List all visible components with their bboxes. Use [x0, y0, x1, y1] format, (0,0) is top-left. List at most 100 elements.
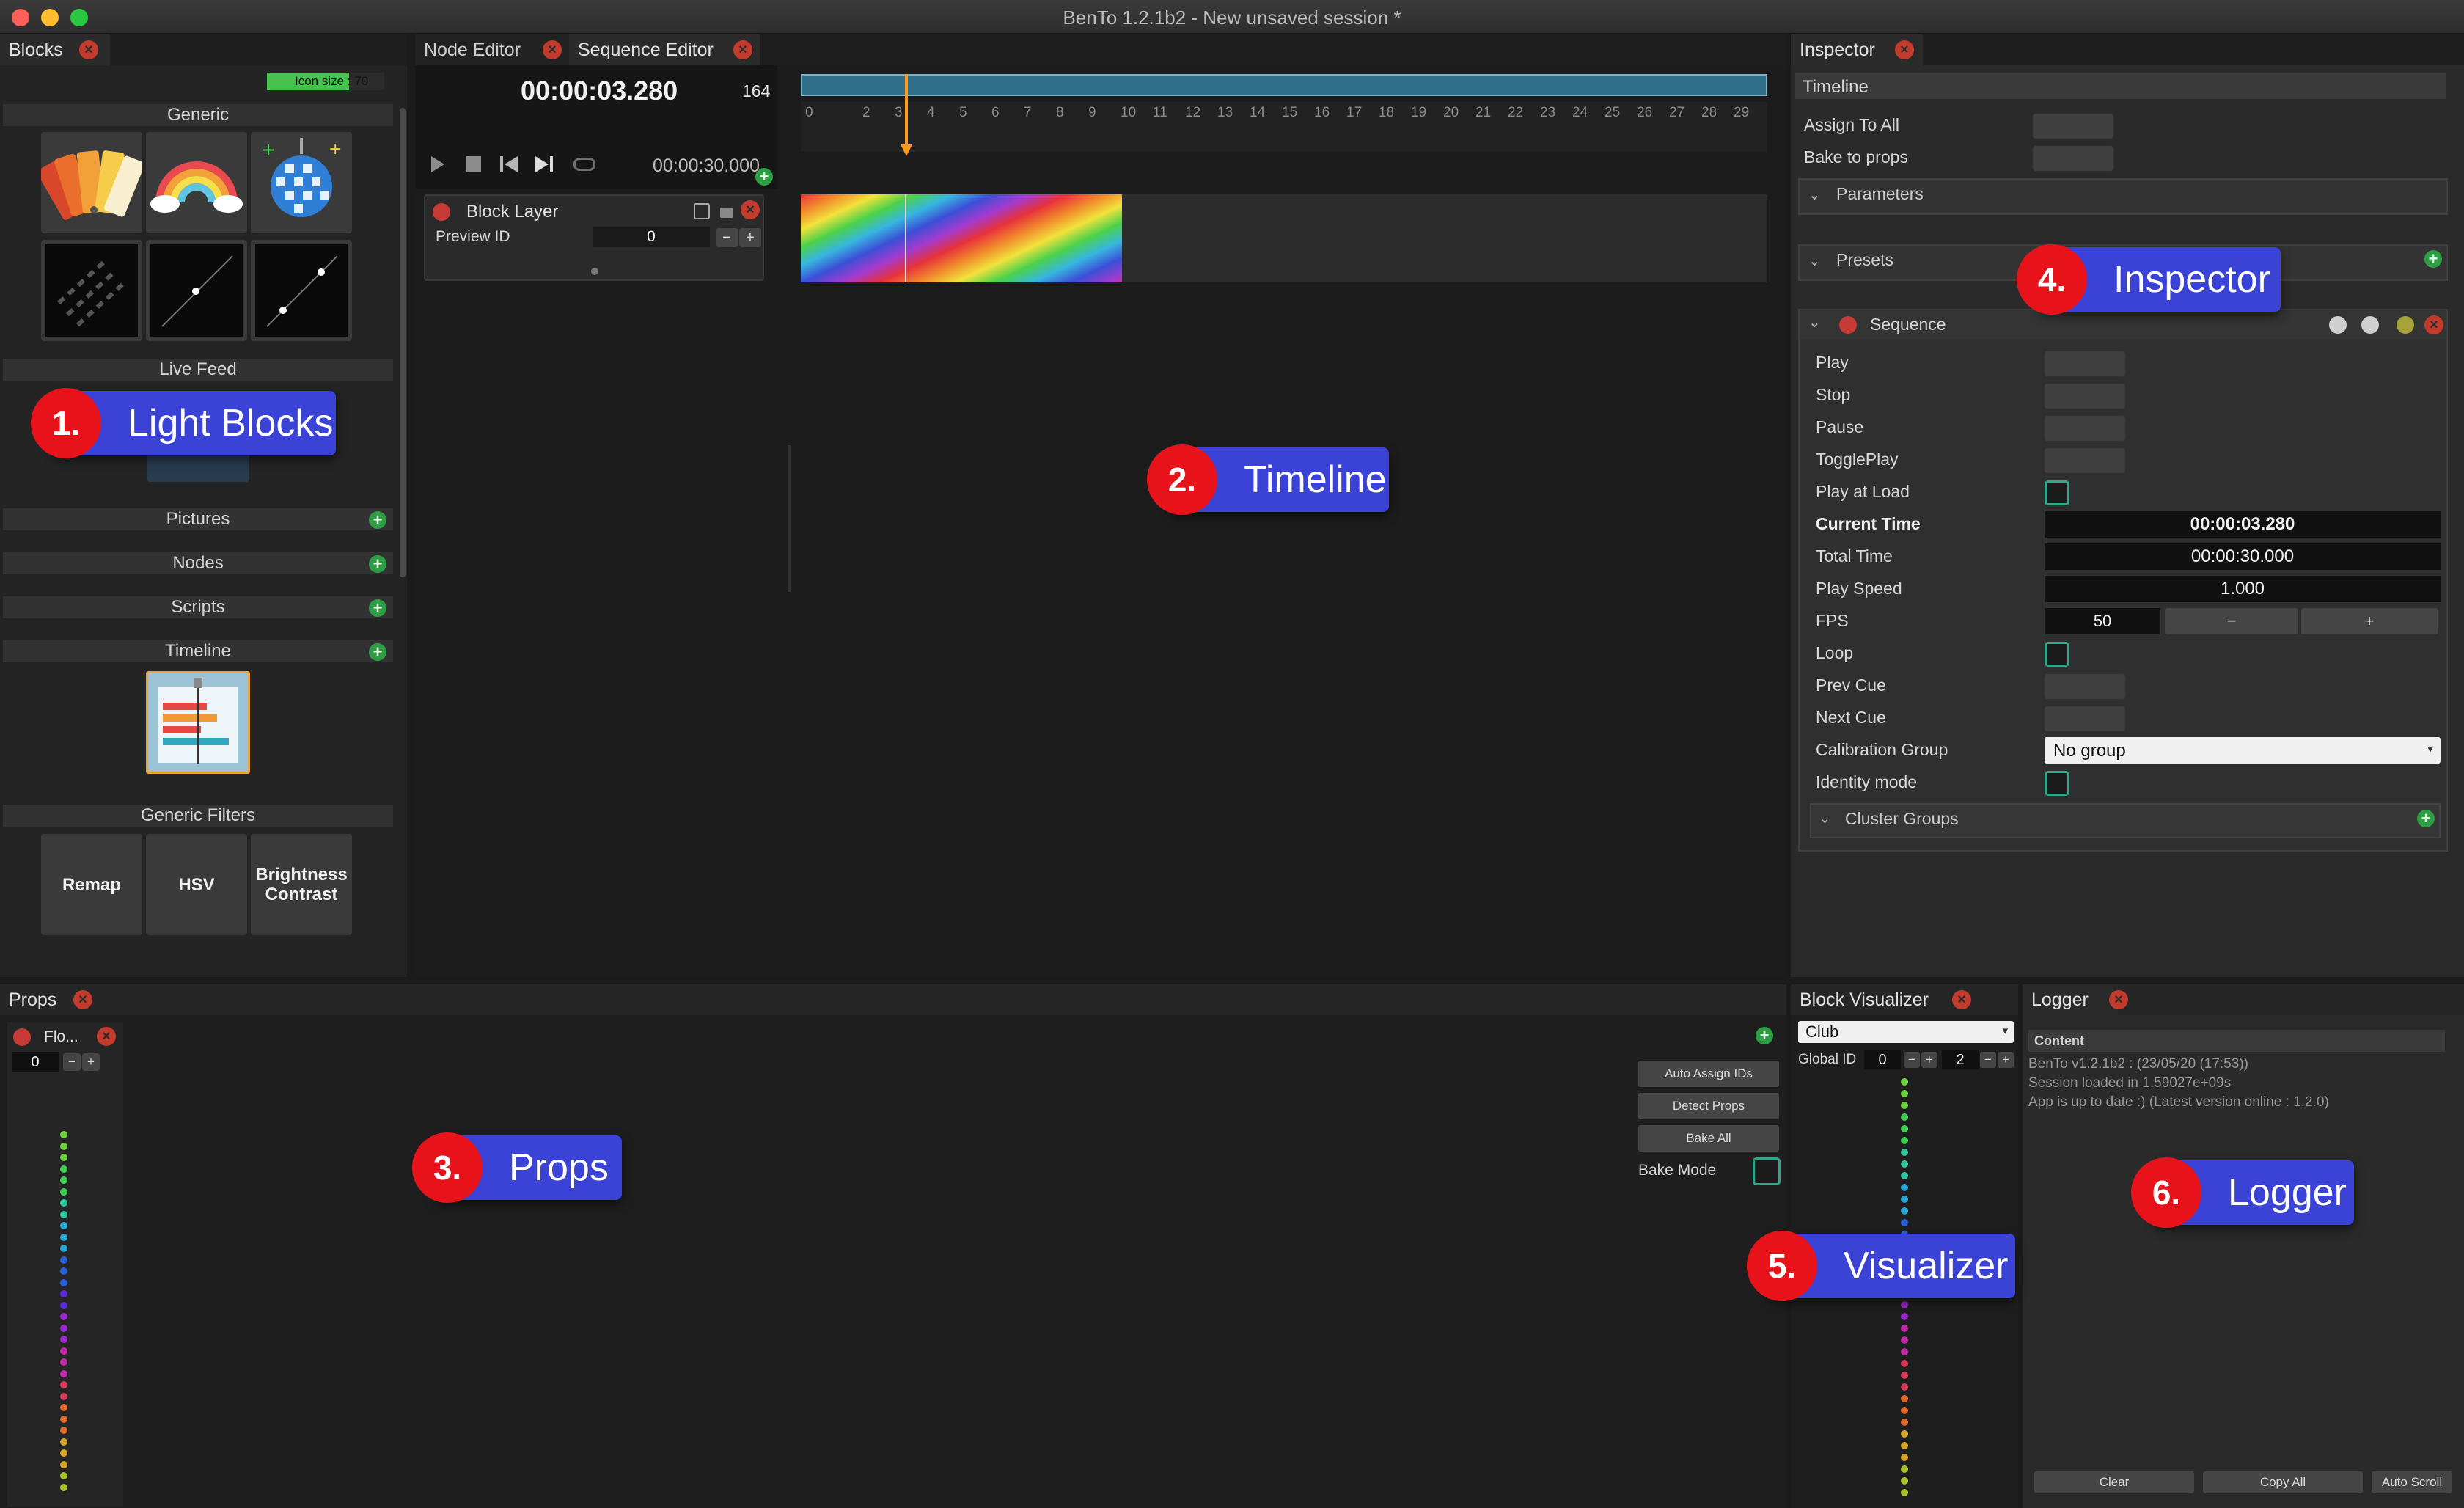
- previous-icon[interactable]: [500, 156, 519, 172]
- total-time-field[interactable]: 00:00:30.000: [2045, 543, 2441, 570]
- play-at-load-checkbox[interactable]: [2045, 480, 2069, 505]
- preview-id-increment[interactable]: +: [739, 228, 761, 247]
- move-up-icon[interactable]: [2361, 316, 2379, 334]
- remove-sequence-icon[interactable]: ×: [2424, 315, 2443, 334]
- sequence-header[interactable]: ⌄ Sequence ×: [1800, 310, 2446, 340]
- add-timeline-icon[interactable]: +: [369, 643, 386, 661]
- layer-lock-icon[interactable]: [720, 208, 733, 218]
- icon-size-slider[interactable]: Icon size : 70: [267, 73, 384, 90]
- bake-to-props-button[interactable]: [2033, 146, 2113, 171]
- close-icon[interactable]: ×: [1895, 40, 1914, 59]
- block-single-point[interactable]: [146, 240, 247, 341]
- rainbow-clip[interactable]: [801, 194, 1122, 282]
- add-preset-icon[interactable]: +: [2424, 250, 2442, 268]
- calibration-group-select[interactable]: No group ▾: [2045, 737, 2441, 764]
- tab-block-visualizer[interactable]: Block Visualizer: [1791, 984, 2018, 1015]
- prev-cue-trigger[interactable]: [2045, 674, 2125, 699]
- fps-increment[interactable]: +: [2301, 608, 2438, 634]
- blocks-scrollbar[interactable]: [400, 108, 406, 577]
- remove-layer-icon[interactable]: ×: [741, 200, 760, 219]
- layer-power-icon[interactable]: [433, 203, 450, 221]
- add-item-icon[interactable]: [2397, 316, 2414, 334]
- close-icon[interactable]: ×: [73, 990, 92, 1009]
- ruler-tick-label: 23: [1540, 105, 1556, 120]
- second-id-decrement[interactable]: −: [1980, 1052, 1996, 1068]
- toggleplay-trigger[interactable]: [2045, 448, 2125, 473]
- loop-icon[interactable]: [573, 158, 595, 171]
- global-id-increment[interactable]: +: [1921, 1052, 1937, 1068]
- block-timeline-sequence[interactable]: [146, 671, 250, 774]
- prop-id-field[interactable]: 0: [12, 1052, 59, 1072]
- next-icon[interactable]: [535, 156, 554, 172]
- layer-resize-handle[interactable]: [591, 268, 598, 275]
- second-id-increment[interactable]: +: [1998, 1052, 2014, 1068]
- remove-prop-icon[interactable]: ×: [97, 1027, 116, 1046]
- close-icon[interactable]: ×: [543, 40, 562, 59]
- editor-split-handle[interactable]: [788, 445, 791, 592]
- play-trigger[interactable]: [2045, 351, 2125, 376]
- filter-brightness-contrast[interactable]: Brightness Contrast: [251, 834, 352, 935]
- stop-trigger[interactable]: [2045, 384, 2125, 409]
- preview-id-field[interactable]: 0: [593, 227, 710, 247]
- move-down-icon[interactable]: [2329, 316, 2347, 334]
- prop-power-icon[interactable]: [13, 1028, 31, 1046]
- bake-all-button[interactable]: Bake All: [1638, 1125, 1779, 1152]
- close-icon[interactable]: ×: [733, 40, 752, 59]
- block-rainbow[interactable]: [146, 132, 247, 233]
- auto-scroll-button[interactable]: Auto Scroll: [2372, 1471, 2452, 1493]
- auto-assign-ids-button[interactable]: Auto Assign IDs: [1638, 1061, 1779, 1087]
- layer-toggle-checkbox[interactable]: [694, 203, 710, 219]
- preview-id-decrement[interactable]: −: [716, 228, 738, 247]
- ruler-tick-label: 12: [1185, 105, 1201, 120]
- block-dashed-stripes[interactable]: [41, 240, 142, 341]
- play-speed-field[interactable]: 1.000: [2045, 576, 2441, 602]
- add-picture-icon[interactable]: +: [369, 511, 386, 529]
- timeline-overview-bar[interactable]: [801, 74, 1767, 96]
- tab-sequence-editor[interactable]: Sequence Editor: [569, 34, 760, 65]
- play-icon[interactable]: [431, 156, 444, 172]
- timeline-ruler[interactable]: 0 2 3 4 5 6 7 8 9 10 11 12 13 14 15 16 17 18 19 20 21 22 23 24 2…: [801, 102, 1767, 152]
- clear-log-button[interactable]: Clear: [2034, 1471, 2194, 1493]
- block-disco-ball[interactable]: + +: [251, 132, 352, 233]
- add-cluster-group-icon[interactable]: +: [2417, 810, 2435, 827]
- pause-trigger[interactable]: [2045, 416, 2125, 441]
- global-id-field[interactable]: 0: [1864, 1050, 1901, 1069]
- loop-checkbox[interactable]: [2045, 642, 2069, 667]
- prop-id-increment[interactable]: +: [82, 1053, 100, 1071]
- detect-props-button[interactable]: Detect Props: [1638, 1093, 1779, 1119]
- current-time-field[interactable]: 00:00:03.280: [2045, 511, 2441, 538]
- tab-logger[interactable]: Logger: [2023, 984, 2118, 1015]
- editor-panel: Node Editor × Sequence Editor × 00:00:03…: [415, 34, 1786, 977]
- fps-field[interactable]: 50: [2045, 608, 2160, 634]
- prop-card[interactable]: Flo... × 0 − +: [7, 1022, 123, 1507]
- cluster-groups-section[interactable]: ⌄ Cluster Groups +: [1810, 803, 2441, 838]
- add-script-icon[interactable]: +: [369, 599, 386, 617]
- bake-mode-checkbox[interactable]: [1753, 1157, 1781, 1185]
- copy-all-button[interactable]: Copy All: [2203, 1471, 2363, 1493]
- add-prop-icon[interactable]: +: [1756, 1027, 1773, 1044]
- prop-id-decrement[interactable]: −: [63, 1053, 81, 1071]
- stop-icon[interactable]: [466, 156, 481, 172]
- global-id-decrement[interactable]: −: [1904, 1052, 1920, 1068]
- add-node-icon[interactable]: +: [369, 555, 386, 573]
- close-icon[interactable]: ×: [1952, 990, 1971, 1009]
- block-multi-point[interactable]: [251, 240, 352, 341]
- assign-to-all-button[interactable]: [2033, 114, 2113, 139]
- filter-hsv[interactable]: HSV: [146, 834, 247, 935]
- close-icon[interactable]: ×: [79, 40, 98, 59]
- layer-name[interactable]: Block Layer: [466, 202, 558, 222]
- close-icon[interactable]: ×: [2109, 990, 2128, 1009]
- sequence-power-icon[interactable]: [1839, 316, 1857, 334]
- identity-mode-checkbox[interactable]: [2045, 771, 2069, 796]
- parameters-section[interactable]: ⌄ Parameters: [1798, 178, 2448, 215]
- next-cue-trigger[interactable]: [2045, 706, 2125, 731]
- fps-decrement[interactable]: −: [2165, 608, 2298, 634]
- block-color-swatches[interactable]: [41, 132, 142, 233]
- filter-remap[interactable]: Remap: [41, 834, 142, 935]
- playhead-marker[interactable]: [905, 74, 908, 153]
- visualizer-preset-select[interactable]: Club ▾: [1798, 1021, 2014, 1043]
- add-layer-icon[interactable]: +: [755, 168, 773, 186]
- bake-to-props-label: Bake to props: [1804, 147, 1908, 166]
- playhead-handle[interactable]: [901, 144, 912, 156]
- second-id-field[interactable]: 2: [1942, 1050, 1979, 1069]
